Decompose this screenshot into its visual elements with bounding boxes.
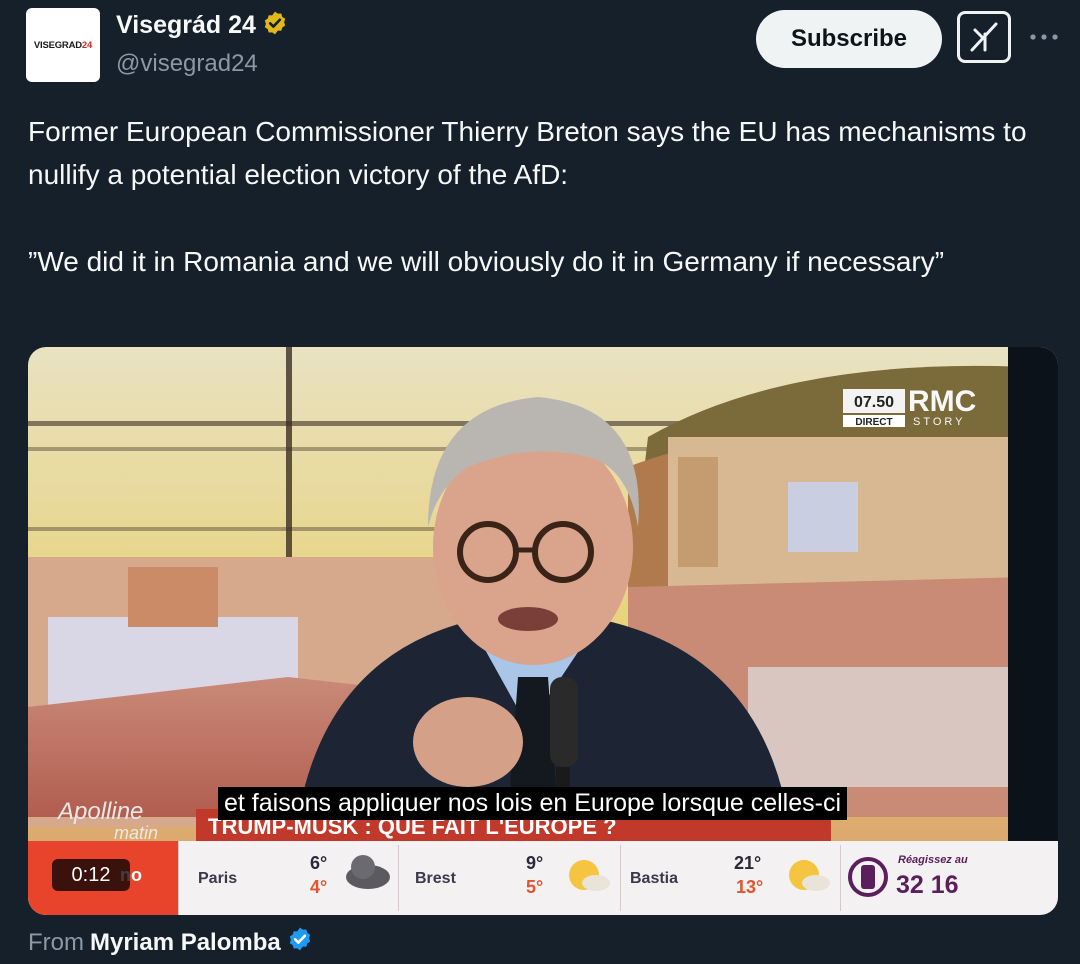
- tweet-header: VISEGRAD24 Visegrád 24 @visegrad24 Subsc…: [0, 0, 1080, 100]
- weather-city: Brest: [415, 870, 457, 887]
- source-name-link[interactable]: Myriam Palomba: [90, 929, 281, 957]
- video-frame: 07.50 RMC DIRECT STORY Apolline matin TR…: [28, 347, 1058, 915]
- channel-sub-2: STORY: [913, 416, 966, 428]
- subscribe-button[interactable]: Subscribe: [756, 10, 942, 68]
- video-duration: 0:12: [52, 859, 130, 891]
- weather-high: 9°: [526, 853, 543, 873]
- weather-high: 6°: [310, 853, 327, 873]
- author-handle[interactable]: @visegrad24: [116, 50, 258, 78]
- grok-icon[interactable]: [957, 11, 1011, 63]
- weather-high: 21°: [734, 853, 761, 873]
- video-source: From Myriam Palomba: [28, 926, 313, 959]
- tweet-quote: ”We did it in Romania and we will obviou…: [28, 246, 945, 277]
- tweet-paragraph: Former European Commissioner Thierry Bre…: [28, 116, 1027, 190]
- weather-low: 4°: [310, 877, 327, 897]
- channel-name: RMC: [908, 385, 976, 418]
- weather-city: Paris: [198, 870, 237, 887]
- react-number: 32 16: [896, 871, 959, 899]
- react-label: Réagissez au: [898, 854, 968, 866]
- verified-badge-icon: [262, 10, 288, 41]
- avatar-logo: VISEGRAD24: [33, 39, 93, 51]
- weather-low: 13°: [736, 877, 763, 897]
- display-name[interactable]: Visegrád 24: [116, 11, 256, 40]
- weather-low: 5°: [526, 877, 543, 897]
- author-name-row[interactable]: Visegrád 24: [116, 10, 288, 41]
- from-label: From: [28, 928, 84, 956]
- weather-city: Bastia: [630, 870, 678, 887]
- tweet-text: Former European Commissioner Thierry Bre…: [28, 110, 1038, 283]
- more-horizontal-icon[interactable]: [1024, 22, 1064, 52]
- avatar[interactable]: VISEGRAD24: [26, 8, 100, 82]
- channel-time: 07.50: [854, 394, 894, 411]
- channel-sub-1: DIRECT: [855, 417, 892, 428]
- video-subtitle: et faisons appliquer nos lois en Europe …: [218, 787, 848, 820]
- video-player[interactable]: 07.50 RMC DIRECT STORY Apolline matin TR…: [28, 347, 1058, 915]
- show-name: Apolline: [56, 798, 143, 825]
- verified-badge-icon: [287, 926, 313, 959]
- show-subname: matin: [114, 823, 158, 843]
